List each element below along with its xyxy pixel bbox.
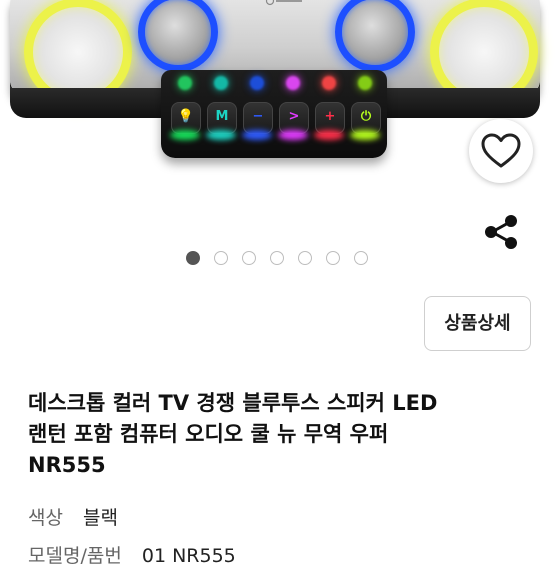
button-glow [206,130,236,140]
left-speaker-ring [24,0,132,106]
attribute-value: 블랙 [83,507,118,529]
attribute-label: 모델명/품번 [28,545,122,567]
product-title-line: 랜턴 포함 컴퓨터 오디오 쿨 뉴 무역 우퍼 [28,422,389,446]
share-icon [485,215,517,249]
carousel-dot[interactable] [242,251,256,265]
product-title: 데스크톱 컬러 TV 경쟁 블루투스 스피커 LED 랜턴 포함 컴퓨터 오디오… [28,388,533,481]
led-indicator [286,76,300,90]
led-indicator [322,76,336,90]
carousel-dot[interactable] [186,251,200,265]
button-glow [278,130,308,140]
carousel-dot[interactable] [214,251,228,265]
carousel-dot[interactable] [270,251,284,265]
carousel-dot[interactable] [326,251,340,265]
led-indicator [250,76,264,90]
button-glow [350,130,380,140]
attribute-label: 색상 [28,507,63,529]
right-speaker-ring [430,0,538,106]
image-carousel-indicator [186,250,376,268]
led-indicator [358,76,372,90]
button-glow [314,130,344,140]
share-button[interactable] [469,200,533,264]
heart-icon [481,133,521,168]
button-glow [170,130,200,140]
product-title-line: NR555 [28,453,106,477]
attribute-color: 색상 블랙 [28,503,118,530]
button-glow [242,130,272,140]
attribute-value: 01 NR555 [141,545,236,567]
carousel-dot[interactable] [354,251,368,265]
carousel-dot[interactable] [298,251,312,265]
led-indicator [214,76,228,90]
product-title-line: 데스크톱 컬러 TV 경쟁 블루투스 스피커 LED [28,391,438,415]
brand-logo-icon [265,0,302,6]
left-inner-ring [138,0,218,72]
speaker-control-panel: 💡 M − > + ⏻ [161,70,387,158]
led-indicator [178,76,192,90]
right-inner-ring [335,0,415,72]
wishlist-button[interactable] [469,119,533,183]
product-detail-button[interactable]: 상품상세 [424,296,531,351]
attribute-model: 모델명/품번 01 NR555 [28,541,236,568]
